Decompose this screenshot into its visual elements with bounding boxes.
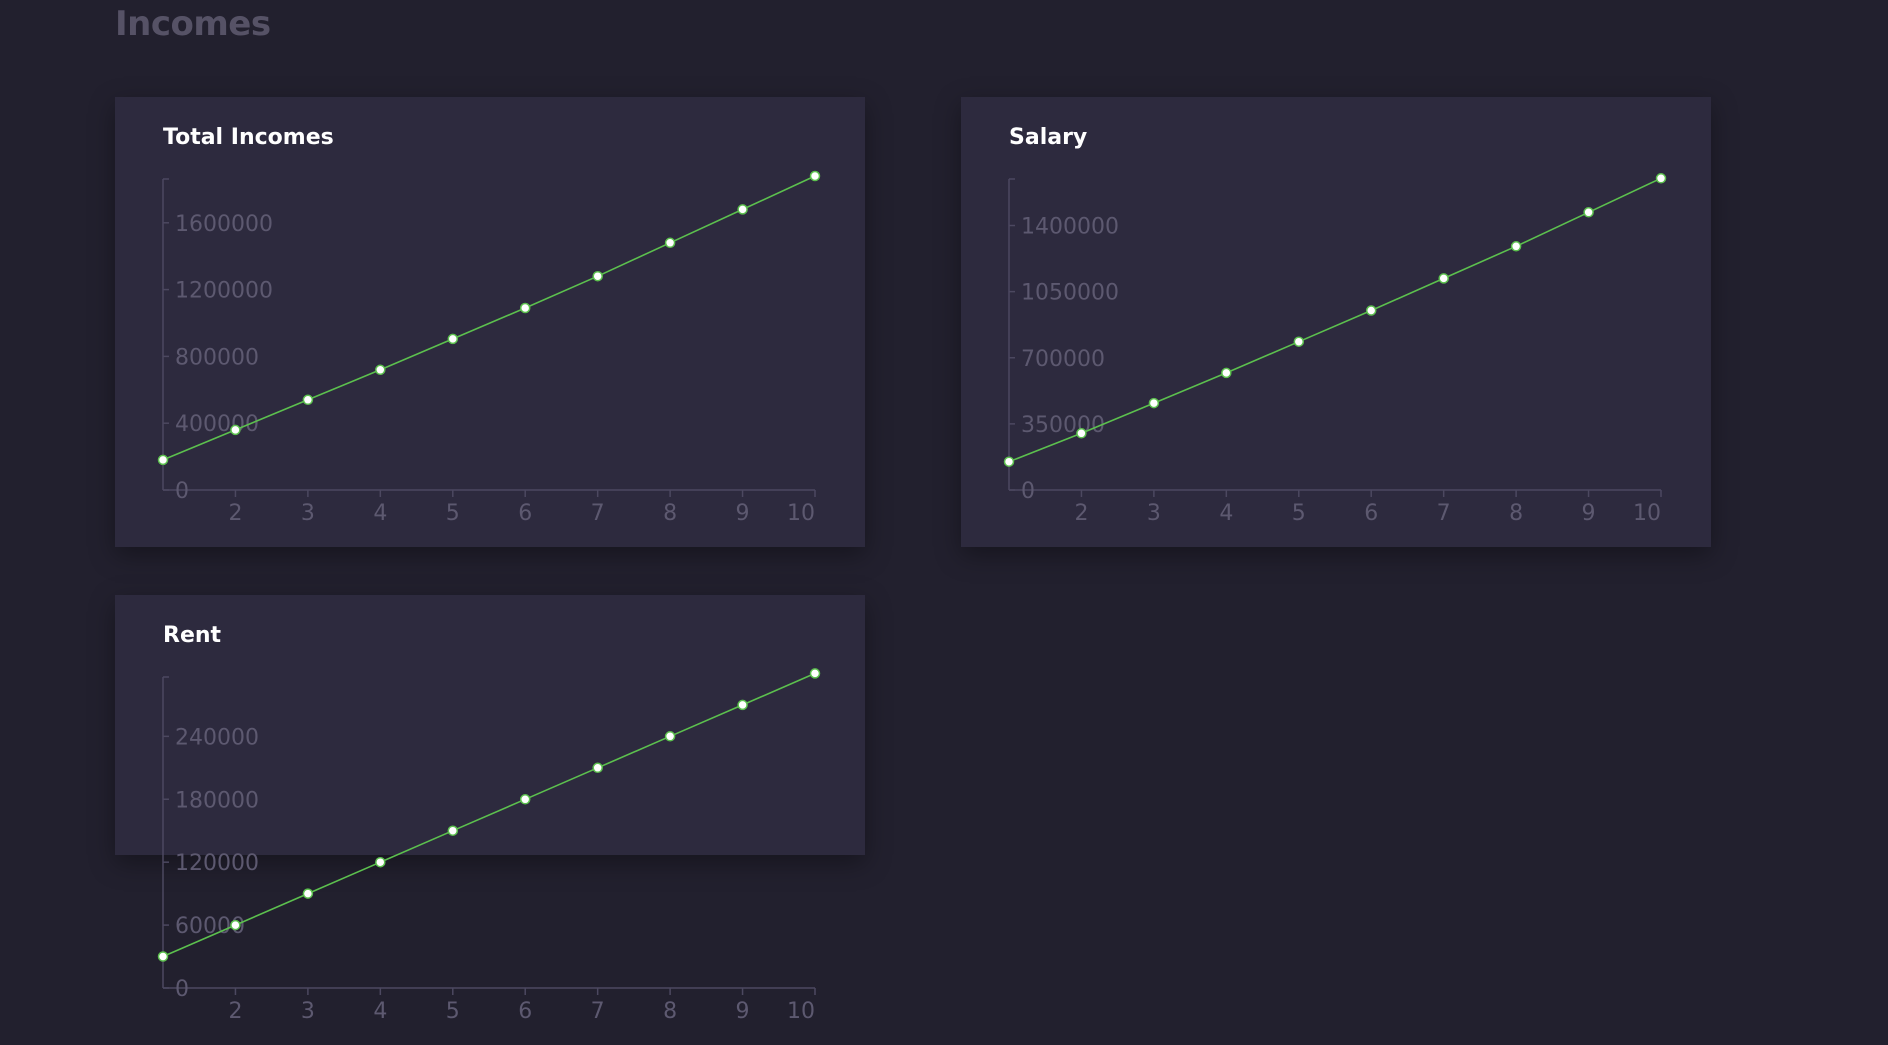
- x-tick-label: 6: [518, 501, 532, 526]
- data-point[interactable]: [447, 333, 459, 345]
- x-tick-label: 4: [373, 501, 387, 526]
- y-tick-label: 0: [175, 479, 189, 504]
- data-point[interactable]: [1655, 173, 1667, 184]
- x-tick-label: 2: [1074, 501, 1088, 526]
- data-point[interactable]: [519, 794, 531, 805]
- x-tick-label: 9: [1582, 501, 1596, 526]
- x-tick-label: 5: [446, 999, 460, 1024]
- data-point[interactable]: [737, 204, 748, 215]
- x-tick-label: 4: [373, 999, 387, 1024]
- y-tick-label: 1050000: [1021, 281, 1119, 306]
- data-point[interactable]: [1293, 336, 1305, 347]
- y-tick-label: 0: [1021, 479, 1035, 504]
- x-tick-label: 3: [301, 999, 315, 1024]
- data-point[interactable]: [1365, 305, 1377, 316]
- data-point[interactable]: [1076, 428, 1087, 439]
- x-tick-label: 3: [301, 501, 315, 526]
- data-point[interactable]: [664, 237, 676, 249]
- y-tick-label: 700000: [1021, 347, 1105, 372]
- x-tick-label: 7: [591, 999, 605, 1024]
- y-tick-label: 1400000: [1021, 215, 1119, 240]
- y-tick-label: 240000: [175, 725, 259, 750]
- x-tick-label: 7: [1437, 501, 1451, 526]
- data-point[interactable]: [737, 699, 748, 711]
- x-tick-label: 2: [228, 501, 242, 526]
- page-title: Incomes: [115, 4, 271, 44]
- x-tick-label: 8: [663, 501, 677, 526]
- data-point[interactable]: [592, 762, 603, 774]
- data-point[interactable]: [664, 731, 676, 742]
- x-tick-label: 10: [787, 501, 815, 526]
- x-tick-label: 3: [1147, 501, 1161, 526]
- x-tick-label: 8: [663, 999, 677, 1024]
- data-point[interactable]: [592, 270, 603, 282]
- data-point[interactable]: [1221, 367, 1232, 379]
- x-tick-label: 10: [787, 999, 815, 1024]
- data-point[interactable]: [157, 454, 169, 466]
- x-tick-label: 8: [1509, 501, 1523, 526]
- data-point[interactable]: [230, 424, 241, 436]
- y-tick-label: 350000: [1021, 413, 1105, 438]
- x-tick-label: 10: [1633, 501, 1661, 526]
- x-tick-label: 7: [591, 501, 605, 526]
- data-point[interactable]: [375, 364, 386, 376]
- x-tick-label: 4: [1219, 501, 1233, 526]
- data-point[interactable]: [302, 888, 314, 899]
- data-point[interactable]: [809, 170, 821, 182]
- data-point[interactable]: [809, 668, 821, 679]
- x-tick-label: 2: [228, 999, 242, 1024]
- y-tick-label: 0: [175, 977, 189, 1002]
- data-point[interactable]: [447, 825, 459, 836]
- y-tick-label: 180000: [175, 788, 259, 813]
- y-tick-label: 1200000: [175, 279, 273, 304]
- data-point[interactable]: [1438, 273, 1449, 284]
- chart-card-salary: Salary 0 350000 700000 1050000 1400000 2 3 4 5 6 7…: [961, 97, 1711, 547]
- data-point[interactable]: [1148, 397, 1160, 409]
- x-tick-label: 6: [1364, 501, 1378, 526]
- data-point[interactable]: [1583, 207, 1594, 218]
- x-tick-label: 5: [446, 501, 460, 526]
- x-tick-label: 6: [518, 999, 532, 1024]
- data-point[interactable]: [1510, 241, 1522, 252]
- chart-card-total-incomes: Total Incomes 0 400000 800000 1200000 160000…: [115, 97, 865, 547]
- line-chart-rent: 0600001200001800002400002 3 4 5 6 7 8 9 10: [157, 668, 821, 1024]
- x-tick-label: 9: [736, 501, 750, 526]
- data-point[interactable]: [302, 394, 314, 406]
- line-chart-salary: 0 350000 700000 1050000 1400000 2 3 4 5 6 7 8 9 10: [1003, 173, 1667, 526]
- line-chart-total-incomes: 0400000800000120000016000002 3 4 5 6 7 8 9 10: [157, 170, 821, 526]
- data-point[interactable]: [157, 951, 169, 962]
- y-tick-label: 1600000: [175, 212, 273, 237]
- data-point[interactable]: [1003, 456, 1015, 467]
- y-tick-label: 800000: [175, 345, 259, 370]
- data-point[interactable]: [519, 302, 531, 314]
- chart-card-rent: Rent 0 60000 120000 180000 240000 2 3 4 5 6 7 8 9 10: [115, 595, 865, 1024]
- x-tick-label: 5: [1292, 501, 1306, 526]
- data-point[interactable]: [375, 856, 386, 868]
- series-line: [162, 672, 816, 958]
- x-tick-label: 9: [736, 999, 750, 1024]
- data-point[interactable]: [230, 919, 241, 931]
